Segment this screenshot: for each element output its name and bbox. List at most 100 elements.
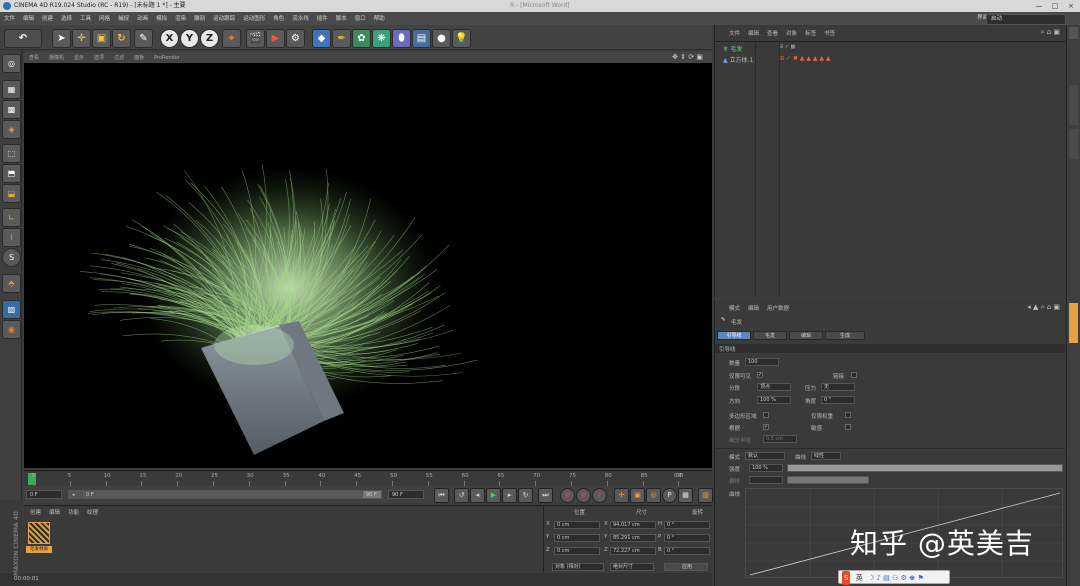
pressure-select[interactable]: 无: [821, 383, 855, 391]
direction-input[interactable]: 100 %: [757, 396, 791, 404]
light-button[interactable]: 💡: [452, 29, 471, 48]
attribute-menu-item-0[interactable]: 模式: [729, 306, 740, 312]
go-to-end-button[interactable]: ⏭: [538, 488, 553, 503]
material-name[interactable]: 毛发材质: [26, 546, 52, 553]
live-selection-button[interactable]: ✎: [134, 29, 153, 48]
side-tab-structure[interactable]: [1069, 129, 1078, 159]
side-tab-objects[interactable]: [1069, 27, 1078, 39]
scale-tool-button[interactable]: ▣: [92, 29, 111, 48]
soft-selection-button[interactable]: ◉: [2, 320, 21, 339]
points-mode-button[interactable]: ⬚: [2, 144, 21, 163]
minimize-button[interactable]: —: [1032, 1, 1046, 11]
side-tab-content-browser[interactable]: [1069, 85, 1078, 125]
material-menu-item-1[interactable]: 编辑: [49, 510, 60, 516]
preview-range-slider[interactable]: 0 F: [82, 490, 382, 499]
attribute-menu-item-2[interactable]: 用户数据: [767, 306, 789, 312]
array-button[interactable]: ❋: [372, 29, 391, 48]
segments-select[interactable]: 顶点: [757, 383, 791, 391]
viewport-nav-icons[interactable]: ✥ ⇕ ⟳ ▣: [667, 52, 708, 63]
move-tool-button[interactable]: ✛: [72, 29, 91, 48]
workplane-mode-button[interactable]: ◈: [2, 120, 21, 139]
size-input[interactable]: 72.227 cm: [610, 547, 656, 555]
layout-select[interactable]: 启动: [986, 14, 1066, 25]
render-settings-button[interactable]: ⚙: [286, 29, 305, 48]
material-menu-item-3[interactable]: 纹理: [87, 510, 98, 516]
end-frame-field[interactable]: 90 F: [388, 490, 424, 499]
texture-mode-button[interactable]: ▩: [2, 100, 21, 119]
polygons-mode-button[interactable]: ⬓: [2, 184, 21, 203]
rotation-input[interactable]: 0 °: [664, 547, 710, 555]
key-parameter-button[interactable]: P: [662, 488, 677, 503]
object-menu-item-5[interactable]: 书签: [824, 31, 835, 37]
autokey-button[interactable]: ⊘: [576, 488, 591, 503]
strength-slider[interactable]: [787, 464, 1063, 472]
timeline-window-button[interactable]: ▥: [698, 488, 713, 503]
object-menu-item-1[interactable]: 编辑: [748, 31, 759, 37]
strength-input[interactable]: 100 %: [749, 464, 783, 472]
size-mode-select[interactable]: 绝对尺寸: [610, 563, 654, 571]
object-menu-item-0[interactable]: 文件: [729, 31, 740, 37]
ime-tool-icons[interactable]: ☽ ♪ ▤ ⚇ ⚙ ♚ ⚑: [868, 571, 924, 585]
cube-object-tags[interactable]: ⊞ ✓ ✖ ▲ ▲ ▲ ▲ ▲: [779, 55, 869, 63]
y-axis-button[interactable]: Y: [180, 29, 199, 48]
3d-viewport[interactable]: [24, 63, 712, 468]
attribute-tab-1[interactable]: 毛发: [753, 331, 787, 340]
coordinate-mode-select[interactable]: 对象 (相对): [552, 563, 604, 571]
hair-material-swatch[interactable]: [28, 522, 50, 544]
deformer-button[interactable]: ⬮: [392, 29, 411, 48]
scene-floor-button[interactable]: ▤: [412, 29, 431, 48]
make-editable-button[interactable]: ◎: [2, 54, 21, 73]
position-input[interactable]: 0 cm: [554, 521, 600, 529]
maximize-button[interactable]: □: [1048, 1, 1062, 11]
play-button[interactable]: ▶: [486, 488, 501, 503]
side-tab-attributes[interactable]: [1069, 303, 1078, 343]
input-method-toolbar[interactable]: S 英 ☽ ♪ ▤ ⚇ ⚙ ♚ ⚑: [838, 570, 950, 585]
angle-input[interactable]: 0 °: [821, 396, 855, 404]
only-visible-checkbox[interactable]: ✓: [757, 372, 763, 378]
mode-select[interactable]: 默认: [745, 452, 785, 460]
previous-key-button[interactable]: ↺: [454, 488, 469, 503]
material-menu-item-0[interactable]: 创建: [30, 510, 41, 516]
select-tool-button[interactable]: ➤: [52, 29, 71, 48]
object-row-cube[interactable]: ▲ 立方体.1: [723, 55, 773, 64]
attribute-manager-nav-icons[interactable]: ◂ ▲ ⌕ ⌂ ▣: [1027, 303, 1060, 312]
snap-button[interactable]: S: [2, 248, 21, 267]
undo-button[interactable]: ↶: [4, 29, 42, 48]
material-menu-item-2[interactable]: 功能: [68, 510, 79, 516]
start-frame-field[interactable]: 0 F: [26, 490, 62, 499]
model-mode-button[interactable]: ▦: [2, 80, 21, 99]
attribute-tab-3[interactable]: 生成: [825, 331, 865, 340]
offset-slider[interactable]: [787, 476, 869, 484]
only-weight-checkbox[interactable]: [845, 412, 851, 418]
sensitive-checkbox[interactable]: [845, 424, 851, 430]
apply-button[interactable]: 应用: [664, 563, 708, 571]
spline-pen-button[interactable]: ✒: [332, 29, 351, 48]
object-menu-item-3[interactable]: 对象: [786, 31, 797, 37]
keyframe-selection-button[interactable]: ?: [592, 488, 607, 503]
object-menu-item-4[interactable]: 标签: [805, 31, 816, 37]
position-input[interactable]: 0 cm: [554, 547, 600, 555]
generator-button[interactable]: ✿: [352, 29, 371, 48]
attribute-tab-0[interactable]: 引导线: [717, 331, 751, 340]
offset-input[interactable]: [749, 476, 783, 484]
ime-language-toggle[interactable]: 英: [856, 571, 863, 585]
sculpt-grid-button[interactable]: ▧: [2, 300, 21, 319]
polygon-area-checkbox[interactable]: [763, 412, 769, 418]
size-input[interactable]: 94.017 cm: [610, 521, 656, 529]
size-input[interactable]: 85.291 cm: [610, 534, 656, 542]
position-input[interactable]: 0 cm: [554, 534, 600, 542]
close-button[interactable]: ×: [1064, 1, 1078, 11]
rotation-input[interactable]: 0 °: [664, 521, 710, 529]
camera-button[interactable]: ●: [432, 29, 451, 48]
object-menu-item-2[interactable]: 查看: [767, 31, 778, 37]
hair-object-flags[interactable]: ⊞ ✓ ▩: [779, 44, 819, 52]
coordinate-system-button[interactable]: ⌖: [222, 29, 241, 48]
x-axis-button[interactable]: X: [160, 29, 179, 48]
axis-mode-button[interactable]: ∟: [2, 208, 21, 227]
next-key-button[interactable]: ↻: [518, 488, 533, 503]
rotate-tool-button[interactable]: ↻: [112, 29, 131, 48]
attribute-tab-2[interactable]: 编辑: [789, 331, 823, 340]
go-to-start-button[interactable]: ⏮: [434, 488, 449, 503]
locked-workplane-button[interactable]: ⬘: [2, 274, 21, 293]
attribute-menu-item-1[interactable]: 编辑: [748, 306, 759, 312]
